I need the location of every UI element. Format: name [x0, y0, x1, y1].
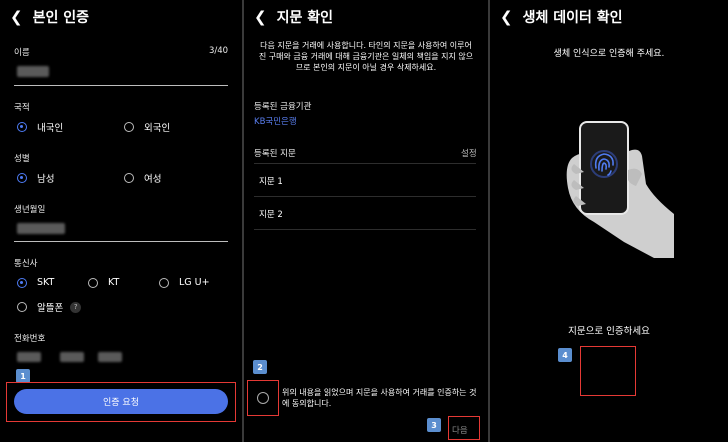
page-title: 본인 인증 [32, 10, 89, 26]
fingerprint-item-2[interactable]: 지문 2 [259, 208, 283, 220]
header: ❮ 생체 데이터 확인 [500, 6, 623, 28]
header: ❮ 지문 확인 [254, 6, 333, 28]
radio-skt[interactable]: SKT [17, 277, 54, 288]
radio-selected-icon [17, 122, 27, 132]
radio-foreign[interactable]: 외국인 [124, 120, 170, 134]
radio-label: LG U+ [179, 277, 210, 288]
back-arrow-icon[interactable]: ❮ [254, 9, 267, 25]
fingerprint-prompt: 지문으로 인증하세요 [568, 326, 650, 337]
phone-value-redacted-2 [60, 352, 84, 362]
biometric-subtitle: 생체 인식으로 인증해 주세요. [553, 49, 665, 59]
radio-unselected-icon [88, 277, 98, 288]
phone-value-redacted-3 [98, 352, 122, 362]
radio-female[interactable]: 여성 [124, 171, 161, 185]
radio-label: 여성 [144, 174, 162, 185]
radio-male[interactable]: 남성 [17, 171, 54, 185]
name-char-counter: 3/40 [209, 46, 229, 56]
header: ❮ 본인 인증 [10, 6, 89, 28]
nationality-label: 국적 [14, 103, 30, 113]
back-arrow-icon[interactable]: ❮ [10, 9, 23, 25]
carrier-label: 통신사 [14, 259, 38, 269]
radio-label: 남성 [37, 174, 55, 185]
agree-text: 위의 내용을 읽었으며 지문을 사용하여 거래를 인증하는 것에 동의합니다. [282, 388, 477, 408]
radio-selected-icon [17, 173, 27, 183]
agree-checkbox[interactable] [257, 392, 269, 404]
birthdate-label: 생년월일 [14, 205, 46, 215]
radio-label: 내국인 [37, 123, 64, 134]
name-label: 이름 [14, 48, 30, 58]
fingerprint-notice: 다음 지문을 거래에 사용합니다. 타인의 지문을 사용하여 이루어진 구매와 … [258, 41, 474, 72]
name-input-value-redacted [17, 66, 49, 77]
radio-unselected-icon [17, 302, 27, 312]
radio-unselected-icon [124, 173, 134, 183]
radio-lgu[interactable]: LG U+ [159, 277, 210, 288]
divider [254, 163, 476, 164]
gender-label: 성별 [14, 154, 30, 164]
radio-selected-icon [17, 277, 27, 288]
divider [254, 229, 476, 230]
fingerprint-sensor-area[interactable] [580, 346, 636, 396]
step-badge-4: 4 [558, 348, 572, 362]
fingerprint-confirm-screen: ❮ 지문 확인 다음 지문을 거래에 사용합니다. 타인의 지문을 사용하여 이… [244, 0, 488, 442]
step-badge-3: 3 [427, 418, 441, 432]
radio-unselected-icon [124, 122, 134, 132]
institution-label: 등록된 금융기관 [254, 102, 312, 112]
radio-label: 알뜰폰 [37, 303, 64, 314]
hand-holding-phone-icon [554, 118, 674, 258]
step-badge-1: 1 [16, 369, 30, 383]
radio-label: SKT [37, 277, 55, 288]
step-badge-2: 2 [253, 360, 267, 374]
biometric-confirm-screen: ❮ 생체 데이터 확인 생체 인식으로 인증해 주세요. 지문으로 인증하세요 … [490, 0, 728, 442]
radio-mvno[interactable]: 알뜰폰 ? [17, 300, 82, 314]
phone-value-redacted-1 [17, 352, 41, 362]
page-title: 지문 확인 [276, 10, 333, 26]
radio-label: KT [108, 277, 120, 288]
radio-kt[interactable]: KT [88, 277, 119, 288]
name-input[interactable] [14, 85, 228, 86]
divider [254, 196, 476, 197]
identity-verification-screen: ❮ 본인 인증 이름 3/40 국적 내국인 외국인 성별 남성 여성 생년월일… [0, 0, 242, 442]
fingerprint-item-1[interactable]: 지문 1 [259, 175, 283, 187]
help-icon[interactable]: ? [70, 301, 82, 313]
phone-label: 전화번호 [14, 334, 46, 344]
birthdate-value-redacted [17, 223, 65, 234]
settings-link[interactable]: 설정 [461, 147, 477, 159]
birthdate-input[interactable] [14, 241, 228, 242]
next-button[interactable]: 다음 [452, 424, 468, 436]
page-title: 생체 데이터 확인 [522, 10, 623, 26]
radio-label: 외국인 [144, 123, 171, 134]
institution-name-link[interactable]: KB국민은행 [254, 115, 297, 127]
registered-fingerprint-label: 등록된 지문 [254, 149, 296, 159]
radio-unselected-icon [159, 277, 169, 288]
request-verification-button[interactable]: 인증 요청 [14, 389, 228, 414]
back-arrow-icon[interactable]: ❮ [500, 9, 513, 25]
radio-domestic[interactable]: 내국인 [17, 120, 63, 134]
